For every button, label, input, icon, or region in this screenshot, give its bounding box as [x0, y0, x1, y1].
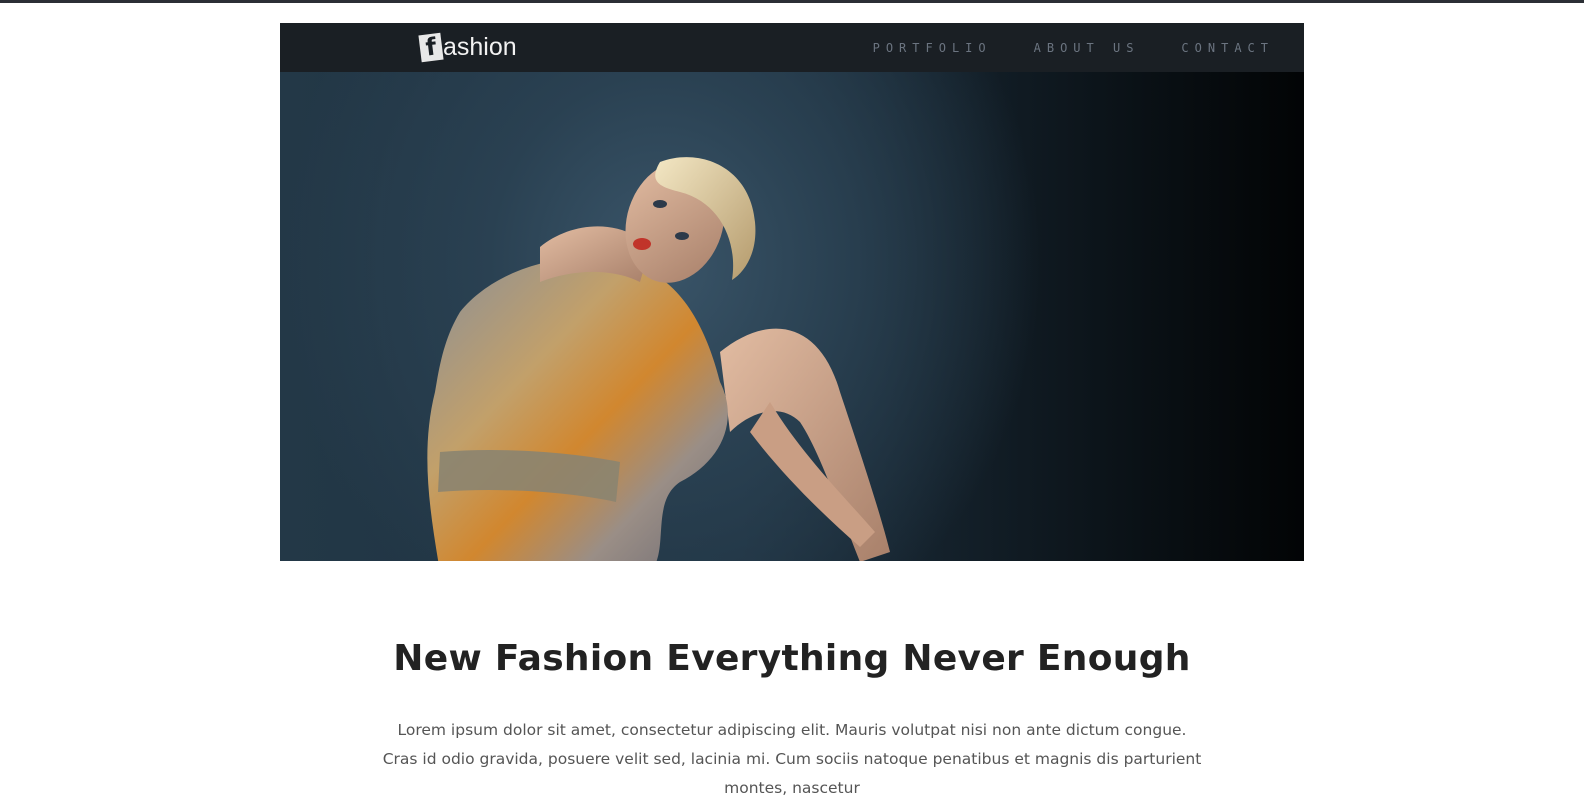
logo-mark: f	[418, 32, 444, 62]
logo[interactable]: f ashion	[418, 30, 517, 64]
intro-paragraph: Lorem ipsum dolor sit amet, consectetur …	[382, 721, 1202, 797]
hero-image	[280, 72, 1304, 561]
nav-link-about-us[interactable]: ABOUT US	[1034, 41, 1140, 55]
nav-link-portfolio[interactable]: PORTFOLIO	[873, 41, 992, 55]
page-headline: New Fashion Everything Never Enough	[393, 638, 1191, 679]
header: f ashion PORTFOLIO ABOUT US CONTACT	[280, 23, 1304, 561]
main-nav: PORTFOLIO ABOUT US CONTACT	[831, 23, 1274, 72]
nav-link-contact[interactable]: CONTACT	[1181, 41, 1274, 55]
page: f ashion PORTFOLIO ABOUT US CONTACT New …	[0, 0, 1584, 797]
navbar: f ashion PORTFOLIO ABOUT US CONTACT	[280, 23, 1304, 72]
fashion-model-photo	[427, 157, 890, 561]
top-border	[0, 0, 1584, 3]
logo-text: ashion	[443, 33, 517, 61]
